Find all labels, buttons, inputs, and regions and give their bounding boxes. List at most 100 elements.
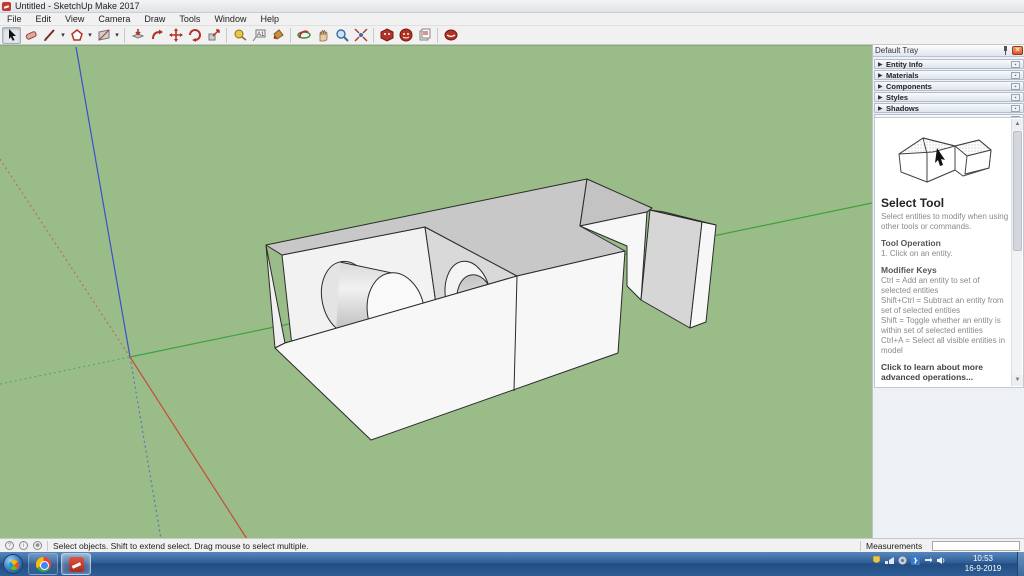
geolocation-icon[interactable]: ? xyxy=(5,541,14,550)
move-icon xyxy=(169,28,183,42)
action-center-flag-icon[interactable] xyxy=(872,556,881,565)
measurements-input[interactable] xyxy=(932,541,1020,551)
follow-me-tool-button[interactable] xyxy=(147,27,166,44)
orbit-icon xyxy=(297,28,311,42)
sketchup-taskbar-button[interactable] xyxy=(61,553,91,575)
windows-taskbar: 10:53 16-9-2019 xyxy=(0,552,1024,576)
menu-tools[interactable]: Tools xyxy=(172,13,207,26)
extension-warehouse-button[interactable] xyxy=(441,27,460,44)
rotate-icon xyxy=(188,28,202,42)
instructor-house-image xyxy=(893,126,997,188)
push-pull-icon xyxy=(131,28,145,42)
section-close-button[interactable]: ▪ xyxy=(1011,105,1020,112)
windows-logo-icon xyxy=(7,558,21,572)
sheets-icon xyxy=(418,28,432,42)
instructor-title: Select Tool xyxy=(881,196,1009,210)
advanced-operations-link[interactable]: Click to learn about more advanced opera… xyxy=(881,362,1009,382)
section-label: Shadows xyxy=(886,104,1011,113)
eraser-tool-button[interactable] xyxy=(21,27,40,44)
modifier-line: Ctrl = Add an entity to set of selected … xyxy=(881,276,1009,296)
window-title: Untitled - SketchUp Make 2017 xyxy=(15,0,140,13)
pan-tool-button[interactable] xyxy=(313,27,332,44)
rotated-rectangle-tool-button[interactable] xyxy=(94,27,113,44)
section-close-button[interactable]: ▪ xyxy=(1011,83,1020,90)
toolbar-separator xyxy=(226,28,227,43)
sync-icon[interactable] xyxy=(924,556,933,565)
line-tool-dropdown[interactable]: ▾ xyxy=(59,31,67,39)
select-tool-button[interactable] xyxy=(2,27,21,44)
instructor-scrollbar[interactable]: ▲ ▼ xyxy=(1011,119,1022,386)
text-tool-button[interactable]: A1 xyxy=(249,27,268,44)
pin-icon[interactable] xyxy=(1002,46,1009,55)
close-tray-button[interactable]: ✕ xyxy=(1012,46,1023,55)
chevron-right-icon: ▶ xyxy=(878,61,886,68)
shapes-tool-button[interactable] xyxy=(67,27,86,44)
menu-camera[interactable]: Camera xyxy=(91,13,137,26)
update-icon[interactable] xyxy=(898,556,907,565)
scrollbar-thumb[interactable] xyxy=(1013,131,1022,251)
tray-section-materials[interactable]: ▶ Materials ▪ xyxy=(874,70,1024,80)
scale-tool-button[interactable] xyxy=(204,27,223,44)
tape-measure-icon xyxy=(233,28,247,42)
rotated-rectangle-dropdown[interactable]: ▾ xyxy=(113,31,121,39)
volume-icon[interactable] xyxy=(937,556,946,565)
section-close-button[interactable]: ▪ xyxy=(1011,72,1020,79)
modifier-keys-heading: Modifier Keys xyxy=(881,265,1009,275)
menu-file[interactable]: File xyxy=(0,13,29,26)
move-tool-button[interactable] xyxy=(166,27,185,44)
tray-section-styles[interactable]: ▶ Styles ▪ xyxy=(874,92,1024,102)
default-tray-title: Default Tray xyxy=(875,46,1002,55)
paint-bucket-icon xyxy=(271,28,285,42)
menu-window[interactable]: Window xyxy=(207,13,253,26)
zoom-icon xyxy=(335,28,349,42)
push-pull-tool-button[interactable] xyxy=(128,27,147,44)
network-icon[interactable] xyxy=(885,556,894,565)
model-info-button[interactable] xyxy=(377,27,396,44)
chevron-right-icon: ▶ xyxy=(878,83,886,90)
show-desktop-button[interactable] xyxy=(1017,552,1024,576)
tray-section-shadows[interactable]: ▶ Shadows ▪ xyxy=(874,103,1024,113)
orbit-tool-button[interactable] xyxy=(294,27,313,44)
zoom-tool-button[interactable] xyxy=(332,27,351,44)
instructor-description: Select entities to modify when using oth… xyxy=(881,212,1009,232)
tool-operation-heading: Tool Operation xyxy=(881,238,1009,248)
menu-help[interactable]: Help xyxy=(253,13,286,26)
rotate-tool-button[interactable] xyxy=(185,27,204,44)
section-close-button[interactable]: ▪ xyxy=(1011,61,1020,68)
warehouse-button[interactable] xyxy=(396,27,415,44)
status-bar: ? i ☻ Select objects. Shift to extend se… xyxy=(0,538,1024,552)
section-close-button[interactable]: ▪ xyxy=(1011,94,1020,101)
taskbar-clock[interactable]: 10:53 16-9-2019 xyxy=(952,554,1014,574)
measurements-label: Measurements xyxy=(866,541,922,551)
menu-view[interactable]: View xyxy=(58,13,91,26)
tray-section-components[interactable]: ▶ Components ▪ xyxy=(874,81,1024,91)
start-button[interactable] xyxy=(3,554,23,574)
credits-icon[interactable]: i xyxy=(19,541,28,550)
menu-draw[interactable]: Draw xyxy=(137,13,172,26)
title-bar[interactable]: Untitled - SketchUp Make 2017 xyxy=(0,0,1024,13)
clock-date: 16-9-2019 xyxy=(952,564,1014,574)
line-tool-button[interactable] xyxy=(40,27,59,44)
tray-section-entity-info[interactable]: ▶ Entity Info ▪ xyxy=(874,59,1024,69)
toolbar-separator xyxy=(124,28,125,43)
chrome-taskbar-button[interactable] xyxy=(28,553,58,575)
tape-measure-tool-button[interactable] xyxy=(230,27,249,44)
shapes-tool-dropdown[interactable]: ▾ xyxy=(86,31,94,39)
component-options-button[interactable] xyxy=(415,27,434,44)
zoom-extents-tool-button[interactable] xyxy=(351,27,370,44)
bluetooth-icon[interactable] xyxy=(911,556,920,565)
section-label: Materials xyxy=(886,71,1011,80)
model-solid[interactable] xyxy=(266,179,716,440)
default-tray-header[interactable]: Default Tray ✕ xyxy=(873,45,1024,57)
shapes-icon xyxy=(70,28,84,42)
tool-bar: ▾ ▾ ▾ A1 xyxy=(0,26,1024,45)
scroll-down-icon[interactable]: ▼ xyxy=(1012,375,1023,386)
sign-in-icon[interactable]: ☻ xyxy=(33,541,42,550)
toolbar-separator xyxy=(290,28,291,43)
paint-bucket-tool-button[interactable] xyxy=(268,27,287,44)
section-label: Components xyxy=(886,82,1011,91)
menu-edit[interactable]: Edit xyxy=(29,13,59,26)
modeling-viewport[interactable] xyxy=(0,45,872,538)
scroll-up-icon[interactable]: ▲ xyxy=(1012,119,1023,130)
status-hint: Select objects. Shift to extend select. … xyxy=(53,541,309,551)
